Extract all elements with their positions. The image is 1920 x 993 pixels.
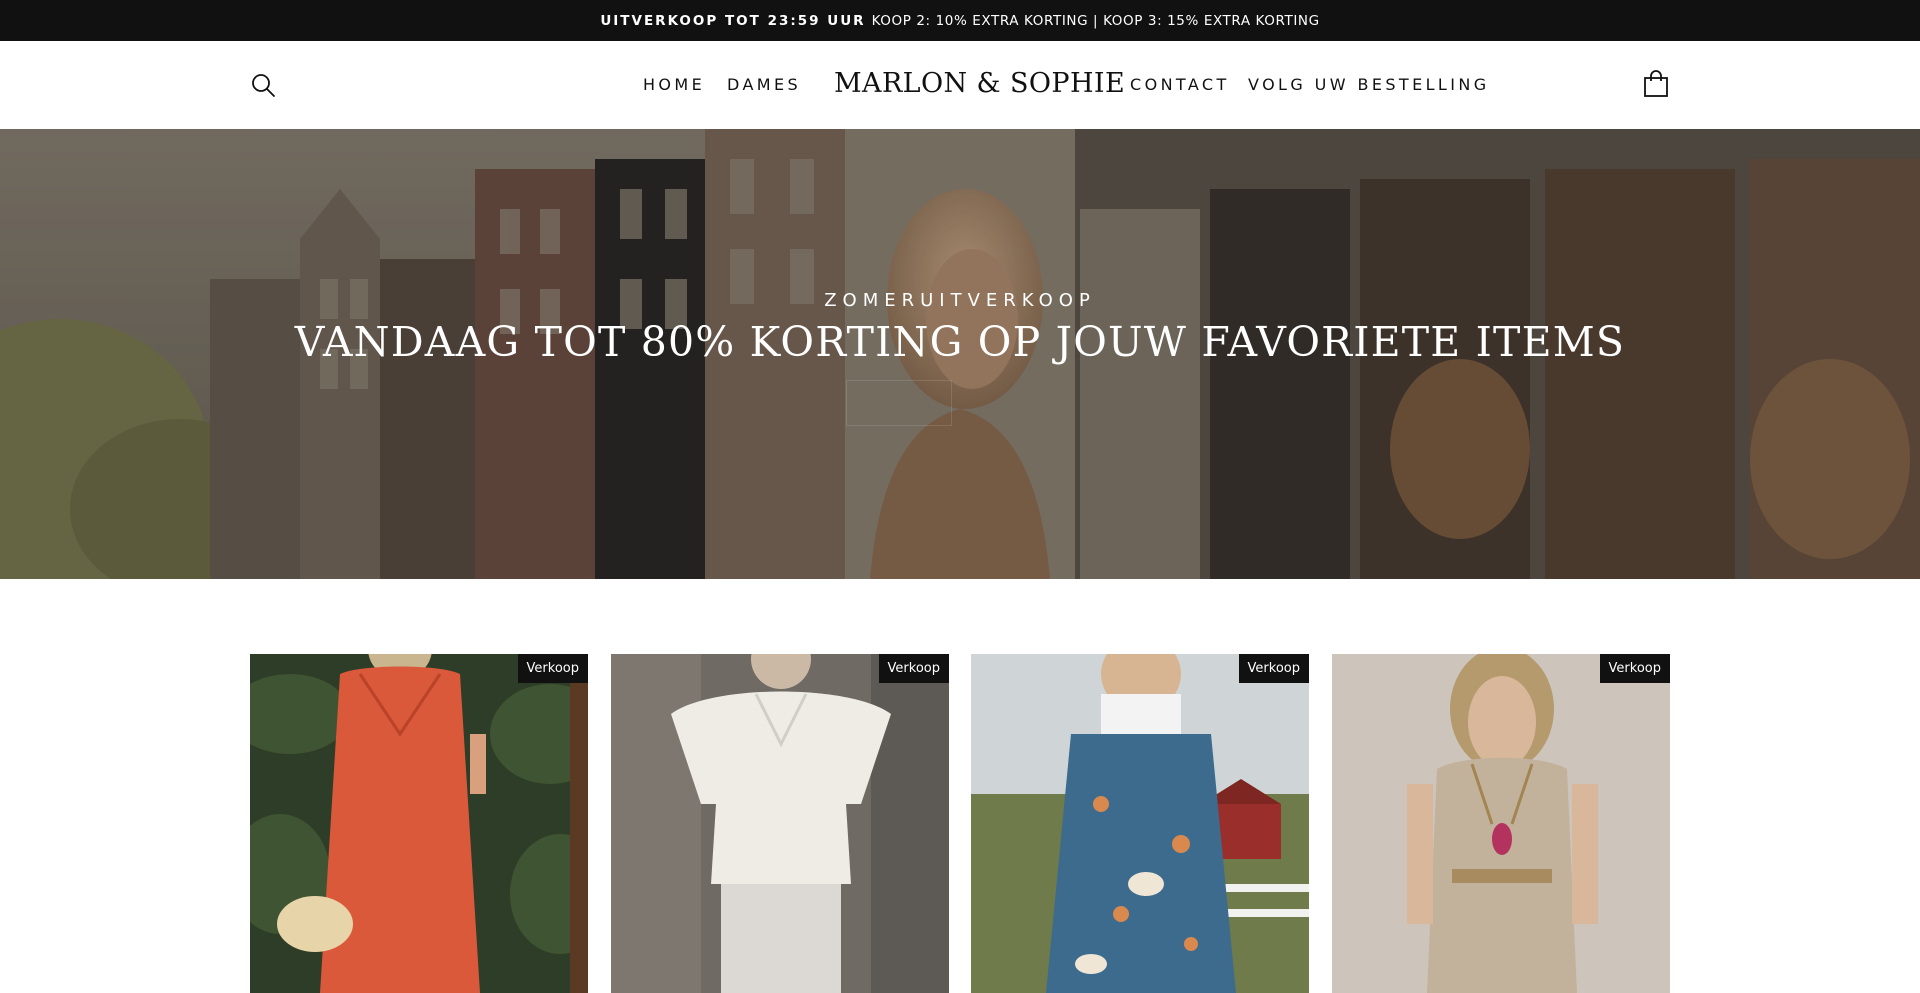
product-image — [971, 654, 1309, 993]
search-button[interactable] — [250, 72, 276, 98]
sale-badge: Verkoop — [517, 654, 588, 683]
hero-banner: ZOMERUITVERKOOP VANDAAG TOT 80% KORTING … — [0, 129, 1920, 579]
search-icon — [252, 74, 275, 97]
product-image — [611, 654, 949, 993]
product-grid: Verkoop Verkoop Verkoop Verkoop — [250, 654, 1670, 993]
sale-badge: Verkoop — [1238, 654, 1309, 683]
cart-button[interactable] — [1643, 70, 1669, 98]
site-header: HOME DAMES MARLON & SOPHIE CONTACT VOLG … — [0, 41, 1920, 129]
hero-title: VANDAAG TOT 80% KORTING OP JOUW FAVORIET… — [294, 318, 1626, 366]
product-card[interactable]: Verkoop — [971, 654, 1309, 993]
product-image — [1332, 654, 1670, 993]
announcement-bar: UITVERKOOP TOT 23:59 UUR KOOP 2: 10% EXT… — [0, 0, 1920, 41]
nav-link-track-order[interactable]: VOLG UW BESTELLING — [1248, 75, 1490, 95]
nav-link-dames[interactable]: DAMES — [727, 75, 801, 95]
product-card[interactable]: Verkoop — [250, 654, 588, 993]
shopping-bag-icon — [1644, 70, 1668, 97]
product-card[interactable]: Verkoop — [1332, 654, 1670, 993]
sale-badge: Verkoop — [1599, 654, 1670, 683]
nav-link-contact[interactable]: CONTACT — [1130, 75, 1230, 95]
hero-kicker: ZOMERUITVERKOOP — [824, 290, 1096, 311]
announcement-text: KOOP 2: 10% EXTRA KORTING | KOOP 3: 15% … — [871, 12, 1320, 29]
product-image — [250, 654, 588, 993]
nav-link-home[interactable]: HOME — [643, 75, 705, 95]
announcement-highlight: UITVERKOOP TOT 23:59 UUR — [600, 12, 866, 29]
product-card[interactable]: Verkoop — [611, 654, 949, 993]
site-logo[interactable]: MARLON & SOPHIE — [834, 66, 1125, 102]
hero-cta-button[interactable] — [846, 380, 952, 426]
sale-badge: Verkoop — [878, 654, 949, 683]
